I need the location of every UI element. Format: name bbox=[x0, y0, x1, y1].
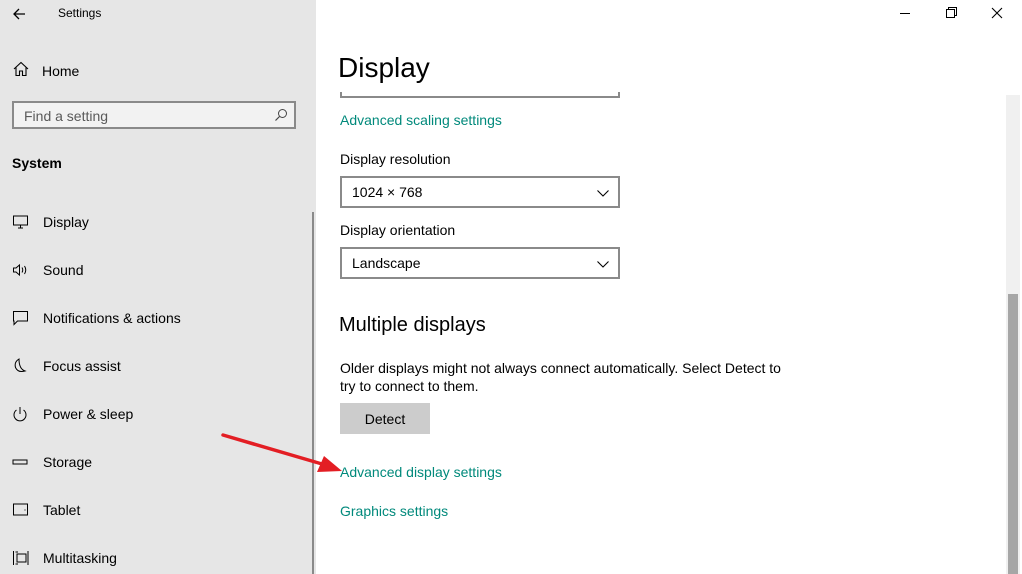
sidebar-home[interactable]: Home bbox=[12, 60, 79, 82]
tablet-icon bbox=[12, 501, 32, 519]
resolution-label: Display resolution bbox=[340, 151, 451, 167]
close-button[interactable] bbox=[974, 0, 1020, 28]
section-system: System bbox=[12, 155, 62, 171]
moon-icon bbox=[12, 357, 32, 375]
orientation-value: Landscape bbox=[352, 255, 421, 271]
sidebar-item-tablet[interactable]: Tablet bbox=[12, 499, 80, 521]
advanced-scaling-link[interactable]: Advanced scaling settings bbox=[340, 112, 502, 128]
detect-button[interactable]: Detect bbox=[340, 403, 430, 434]
monitor-icon bbox=[12, 213, 32, 231]
restore-icon bbox=[946, 7, 957, 18]
sidebar-item-focus-assist[interactable]: Focus assist bbox=[12, 355, 121, 377]
sidebar-item-storage[interactable]: Storage bbox=[12, 451, 92, 473]
minimize-icon bbox=[900, 13, 910, 14]
storage-icon bbox=[12, 453, 32, 471]
back-arrow-icon[interactable] bbox=[10, 4, 30, 24]
close-icon bbox=[991, 7, 1003, 19]
chevron-down-icon bbox=[596, 186, 610, 198]
sidebar-item-multitasking[interactable]: Multitasking bbox=[12, 547, 117, 569]
chevron-down-icon bbox=[596, 257, 610, 269]
home-icon bbox=[12, 60, 30, 83]
sidebar-item-label: Sound bbox=[43, 262, 84, 278]
multitasking-icon bbox=[12, 549, 32, 567]
orientation-label: Display orientation bbox=[340, 222, 456, 238]
graphics-settings-link[interactable]: Graphics settings bbox=[340, 503, 448, 519]
sidebar-item-power-sleep[interactable]: Power & sleep bbox=[12, 403, 133, 425]
power-icon bbox=[12, 405, 32, 423]
resolution-dropdown[interactable]: 1024 × 768 bbox=[340, 176, 620, 208]
sidebar-item-label: Multitasking bbox=[43, 550, 117, 566]
orientation-dropdown[interactable]: Landscape bbox=[340, 247, 620, 279]
minimize-button[interactable] bbox=[882, 0, 928, 28]
sidebar-item-label: Tablet bbox=[43, 502, 81, 518]
scale-dropdown-partial[interactable] bbox=[340, 92, 620, 98]
sidebar-scrollbar[interactable] bbox=[312, 212, 314, 574]
app-title: Settings bbox=[58, 6, 102, 20]
sidebar: Settings Home Find a setting System Disp… bbox=[0, 0, 316, 574]
message-icon bbox=[12, 309, 32, 327]
sidebar-item-label: Notifications & actions bbox=[43, 310, 181, 326]
home-label: Home bbox=[42, 63, 80, 79]
main-pane bbox=[316, 0, 1022, 574]
multiple-displays-description: Older displays might not always connect … bbox=[340, 360, 781, 394]
search-input[interactable]: Find a setting bbox=[12, 101, 296, 129]
sidebar-item-label: Power & sleep bbox=[43, 406, 134, 422]
sidebar-item-notifications[interactable]: Notifications & actions bbox=[12, 307, 181, 329]
sidebar-item-label: Storage bbox=[43, 454, 93, 470]
sidebar-item-sound[interactable]: Sound bbox=[12, 259, 83, 281]
multiple-displays-heading: Multiple displays bbox=[339, 314, 486, 336]
search-placeholder: Find a setting bbox=[24, 108, 109, 124]
page-title: Display bbox=[338, 52, 430, 83]
resolution-value: 1024 × 768 bbox=[352, 184, 423, 200]
sidebar-item-display[interactable]: Display bbox=[12, 211, 89, 233]
sidebar-item-label: Focus assist bbox=[43, 358, 121, 374]
search-icon[interactable] bbox=[274, 108, 288, 122]
main-scrollbar-thumb[interactable] bbox=[1008, 294, 1018, 574]
sidebar-item-label: Display bbox=[43, 214, 89, 230]
restore-button[interactable] bbox=[928, 0, 974, 28]
advanced-display-link[interactable]: Advanced display settings bbox=[340, 464, 502, 480]
speaker-icon bbox=[12, 261, 32, 279]
